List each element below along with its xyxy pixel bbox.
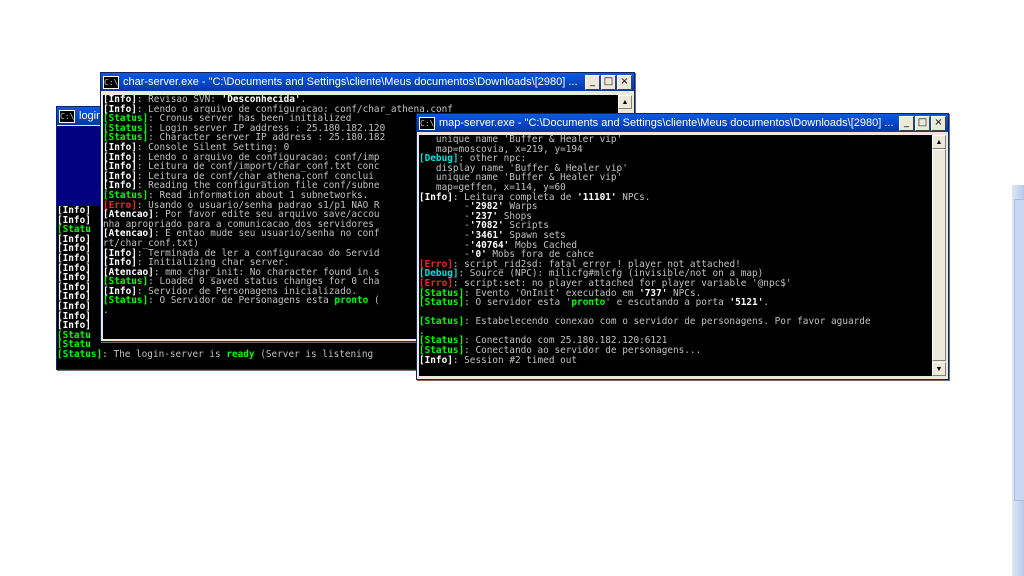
console-tag: [Info] [419, 354, 453, 366]
console-text: . [763, 297, 769, 309]
console-line: [Status]: Estabelecendo conexao com o se… [419, 317, 932, 327]
window-title: char-server.exe - "C:\Documents and Sett… [123, 76, 578, 88]
maximize-button[interactable]: □ [601, 74, 616, 90]
console-tag: '11101' [577, 191, 617, 203]
console-tag: [Status] [57, 348, 103, 360]
console-line: [Status]: The login-server is ready (Ser… [57, 350, 437, 360]
console-text: : The login-server is [102, 348, 227, 360]
map-server-titlebar[interactable]: C:\ map-server.exe - "C:\Documents and S… [417, 114, 948, 132]
console-text: : O servidor esta ' [464, 297, 572, 309]
scroll-up-arrow[interactable]: ▲ [618, 95, 632, 109]
console-tag: '5121' [729, 297, 764, 309]
scroll-up-arrow[interactable]: ▲ [932, 135, 946, 149]
maximize-button[interactable]: □ [915, 115, 930, 131]
console-icon: C:\ [103, 75, 119, 89]
map-console-output[interactable]: unique name 'Buffer & Healer vip' map=mo… [419, 135, 932, 376]
console-icon: C:\ [59, 109, 75, 123]
close-button[interactable]: × [931, 115, 946, 131]
console-text: : Estabelecendo conexao com o servidor d… [464, 316, 871, 328]
console-text: NPCs. [616, 191, 651, 203]
background-window-scrollbar [1012, 185, 1024, 576]
console-text: ( [368, 295, 380, 307]
console-tag: pronto [571, 297, 606, 309]
console-icon: C:\ [419, 116, 435, 130]
close-button[interactable]: × [617, 74, 632, 90]
console-tag: [Status] [103, 295, 149, 307]
window-title: map-server.exe - "C:\Documents and Setti… [439, 117, 894, 129]
console-tag: pronto [334, 295, 369, 307]
scroll-thumb[interactable] [932, 149, 946, 361]
minimize-button[interactable]: _ [585, 74, 600, 90]
console-line: [Info]: Session #2 timed out [419, 354, 932, 366]
console-text: : Session #2 timed out [452, 354, 578, 366]
map-server-window[interactable]: C:\ map-server.exe - "C:\Documents and S… [416, 113, 949, 380]
scroll-down-arrow[interactable]: ▼ [932, 362, 946, 376]
console-text: ' e escutando a porta [605, 297, 730, 309]
console-line: [Status]: O servidor esta 'pronto' e esc… [419, 298, 932, 308]
console-text: : O Servidor de Personagens esta [148, 295, 335, 307]
console-tag: ready [226, 348, 255, 360]
minimize-button[interactable]: _ [899, 115, 914, 131]
console-text: . [103, 305, 109, 317]
console-tag: [Status] [419, 316, 465, 328]
background-scroll-thumb [1014, 199, 1024, 501]
console-tag: [Status] [419, 297, 465, 309]
map-scrollbar[interactable]: ▲ ▼ [932, 135, 946, 376]
console-text: (Server is listening [254, 348, 374, 360]
char-server-titlebar[interactable]: C:\ char-server.exe - "C:\Documents and … [101, 73, 634, 91]
